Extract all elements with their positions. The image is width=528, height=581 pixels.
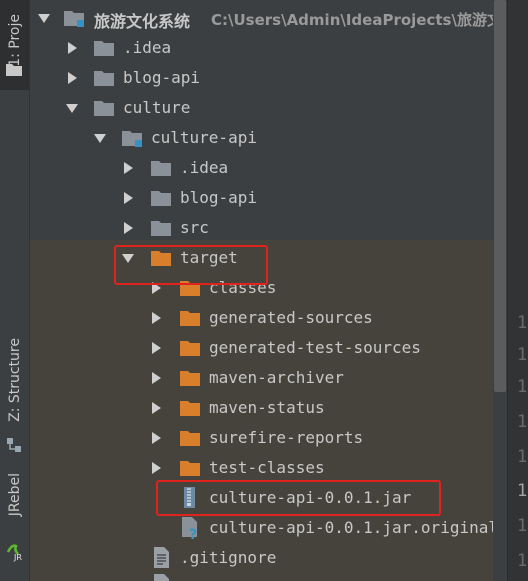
tree-item-label: culture-api <box>151 128 257 147</box>
svg-text:?: ? <box>189 527 197 539</box>
folder-icon <box>151 191 171 206</box>
jrebel-tool-tab[interactable]: JRebel <box>0 455 29 535</box>
tree-item-culture[interactable]: culture <box>30 93 493 123</box>
jar-highlight-box <box>156 480 441 516</box>
line-number: 1 <box>517 516 528 536</box>
tree-item-label: generated-sources <box>209 308 373 327</box>
collapse-arrow-icon[interactable] <box>66 104 78 113</box>
module-folder-icon <box>122 131 142 147</box>
tree-item-culture-api[interactable]: culture-api <box>30 123 493 153</box>
target-highlight-box <box>114 245 268 285</box>
unknown-file-icon: ? <box>182 517 197 539</box>
expand-arrow-icon[interactable] <box>124 222 133 234</box>
structure-icon <box>7 438 21 452</box>
tree-item-label: generated-test-sources <box>209 338 421 357</box>
structure-tab-label: Z: Structure <box>6 338 23 422</box>
tree-item-label: blog-api <box>123 68 201 87</box>
tree-item-label: .idea <box>123 38 172 57</box>
expand-arrow-icon[interactable] <box>68 42 77 54</box>
module-folder-icon <box>64 11 84 27</box>
project-tree[interactable]: 旅游文化系统 C:\Users\Admin\IdeaProjects\旅游文化 … <box>30 0 493 581</box>
expand-arrow-icon[interactable] <box>124 162 133 174</box>
collapse-arrow-icon[interactable] <box>94 134 106 143</box>
expand-arrow-icon[interactable] <box>68 72 77 84</box>
structure-tool-tab[interactable]: Z: Structure <box>0 320 29 440</box>
tree-item-generated-sources[interactable]: generated-sources <box>30 303 493 333</box>
tree-item-label: test-classes <box>209 458 325 477</box>
tree-item-maven-status[interactable]: maven-status <box>30 393 493 423</box>
project-tab-label: 1: Proje <box>6 13 23 67</box>
root-project-path: C:\Users\Admin\IdeaProjects\旅游文化 <box>211 11 493 29</box>
collapse-arrow-icon[interactable] <box>38 14 50 23</box>
tree-item-idea[interactable]: .idea <box>30 33 493 63</box>
folder-icon <box>6 64 22 76</box>
tree-item-jar-original[interactable]: ? culture-api-0.0.1.jar.original <box>30 513 493 543</box>
jrebel-badge: JR <box>13 553 22 562</box>
expand-arrow-icon[interactable] <box>152 402 161 414</box>
expand-arrow-icon[interactable] <box>152 342 161 354</box>
folder-icon <box>151 221 171 236</box>
excluded-folder-icon <box>180 401 200 416</box>
expand-arrow-icon[interactable] <box>152 312 161 324</box>
expand-arrow-icon[interactable] <box>152 372 161 384</box>
folder-icon <box>94 101 114 116</box>
tree-item-label: surefire-reports <box>209 428 364 447</box>
line-number: 1 <box>517 377 528 397</box>
editor-gutter: 1 1 1 1 1 1 1 1 <box>507 0 528 581</box>
root-project-name: 旅游文化系统 <box>94 12 191 31</box>
tree-item-maven-archiver[interactable]: maven-archiver <box>30 363 493 393</box>
folder-icon <box>151 161 171 176</box>
tree-item-surefire-reports[interactable]: surefire-reports <box>30 423 493 453</box>
tree-item-src[interactable]: src <box>30 213 493 243</box>
tree-item-label: blog-api <box>180 188 258 207</box>
tree-root-row[interactable]: 旅游文化系统 C:\Users\Admin\IdeaProjects\旅游文化 <box>30 3 493 33</box>
line-number: 1 <box>517 412 528 432</box>
excluded-folder-icon <box>180 341 200 356</box>
tree-scrollbar[interactable] <box>494 0 506 392</box>
excluded-folder-icon <box>180 461 200 476</box>
excluded-folder-icon <box>180 431 200 446</box>
tree-item-culture-api-blog-api[interactable]: blog-api <box>30 183 493 213</box>
tree-item-label: maven-status <box>209 398 325 417</box>
expand-arrow-icon[interactable] <box>124 192 133 204</box>
line-number: 1 <box>517 345 528 365</box>
tree-item-label: src <box>180 218 209 237</box>
text-file-icon <box>154 574 169 581</box>
line-number: 1 <box>517 481 528 501</box>
tree-item-label: culture-api-0.0.1.jar.original <box>209 518 493 537</box>
expand-arrow-icon[interactable] <box>152 462 161 474</box>
line-number: 1 <box>517 313 528 333</box>
excluded-folder-icon <box>180 311 200 326</box>
tree-item-label: maven-archiver <box>209 368 344 387</box>
tree-item-culture-api-idea[interactable]: .idea <box>30 153 493 183</box>
expand-arrow-icon[interactable] <box>152 432 161 444</box>
folder-icon <box>94 71 114 86</box>
tree-item-gitignore[interactable]: .gitignore <box>30 543 493 573</box>
folder-icon <box>94 41 114 56</box>
tree-item-label: .idea <box>180 158 229 177</box>
tree-item-blog-api[interactable]: blog-api <box>30 63 493 93</box>
line-number: 1 <box>517 551 528 571</box>
tool-window-strip: 1: Proje Z: Structure JRebel JR <box>0 0 30 581</box>
jrebel-tab-label: JRebel <box>6 473 23 517</box>
tree-item-generated-test-sources[interactable]: generated-test-sources <box>30 333 493 363</box>
line-number: 1 <box>517 447 528 467</box>
tree-item-test-classes[interactable]: test-classes <box>30 453 493 483</box>
excluded-folder-icon <box>180 371 200 386</box>
tree-item-label: culture <box>123 98 191 117</box>
text-file-icon <box>154 547 169 568</box>
jrebel-icon: JR <box>6 544 22 562</box>
project-tool-tab[interactable]: 1: Proje <box>0 0 29 90</box>
tree-item-label: .gitignore <box>180 548 277 567</box>
